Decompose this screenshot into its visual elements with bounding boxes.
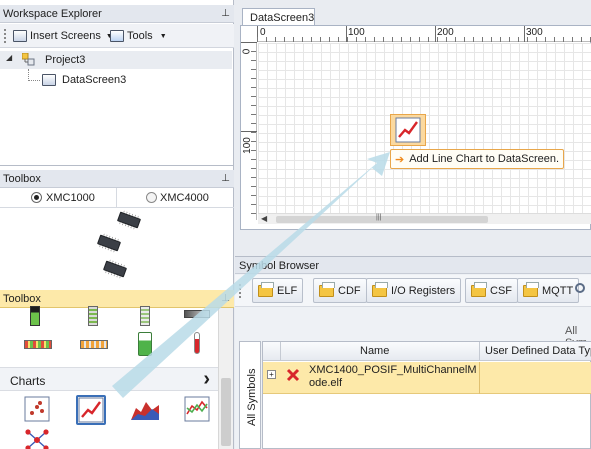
drop-tooltip: ➔ Add Line Chart to DataScreen. xyxy=(390,149,565,169)
arrow-right-icon: ➔ xyxy=(395,153,405,166)
drag-arrow xyxy=(112,152,390,398)
dragged-line-chart xyxy=(390,114,426,146)
